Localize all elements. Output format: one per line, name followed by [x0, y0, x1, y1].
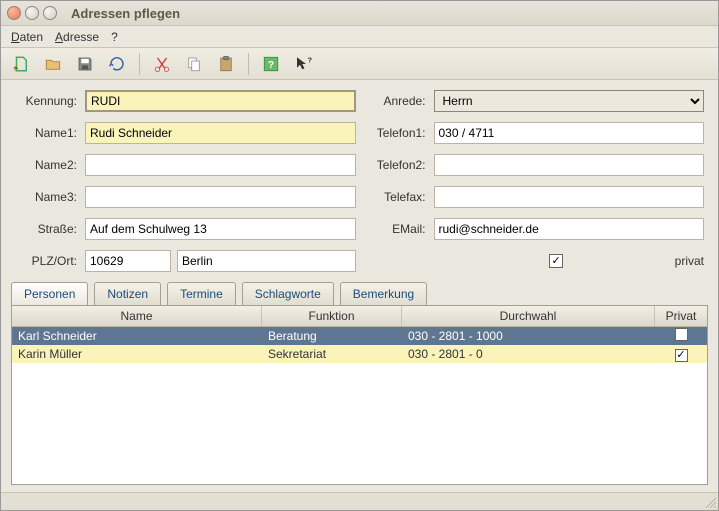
tab-personen[interactable]: Personen — [11, 282, 88, 305]
email-field[interactable] — [434, 218, 705, 240]
tab-termine[interactable]: Termine — [167, 282, 236, 305]
help-icon[interactable]: ? — [259, 52, 283, 76]
svg-text:?: ? — [308, 55, 313, 64]
label-name3: Name3: — [15, 190, 77, 204]
table-header: Name Funktion Durchwahl Privat — [12, 306, 707, 327]
col-name[interactable]: Name — [12, 306, 262, 326]
table-row[interactable]: Karin MüllerSekretariat030 - 2801 - 0 — [12, 345, 707, 363]
svg-text:?: ? — [268, 58, 274, 70]
plz-field[interactable] — [85, 250, 171, 272]
col-durchwahl[interactable]: Durchwahl — [402, 306, 655, 326]
cell-funktion: Sekretariat — [262, 346, 402, 362]
telefon1-field[interactable] — [434, 122, 705, 144]
window: Adressen pflegen Daten Adresse ? ? ? Ken… — [0, 0, 719, 511]
cell-funktion: Beratung — [262, 328, 402, 344]
label-kennung: Kennung: — [15, 94, 77, 108]
privat-checkbox[interactable] — [549, 254, 563, 268]
resize-grip-icon[interactable] — [704, 496, 716, 508]
row-privat-checkbox[interactable] — [675, 349, 688, 362]
label-privat: privat — [675, 254, 704, 268]
cell-name: Karin Müller — [12, 346, 262, 362]
label-name1: Name1: — [15, 126, 77, 140]
menu-daten[interactable]: Daten — [11, 30, 43, 44]
tab-notizen[interactable]: Notizen — [94, 282, 161, 305]
label-plzort: PLZ/Ort: — [15, 254, 77, 268]
new-icon[interactable] — [9, 52, 33, 76]
table-body: Karl SchneiderBeratung030 - 2801 - 1000K… — [12, 327, 707, 363]
cut-icon[interactable] — [150, 52, 174, 76]
window-title: Adressen pflegen — [71, 6, 180, 21]
kennung-field[interactable] — [85, 90, 356, 112]
label-telefon1: Telefon1: — [364, 126, 426, 140]
name2-field[interactable] — [85, 154, 356, 176]
name1-field[interactable] — [85, 122, 356, 144]
col-privat[interactable]: Privat — [655, 306, 707, 326]
row-privat-checkbox[interactable] — [675, 328, 688, 341]
statusbar — [1, 492, 718, 510]
cell-durchwahl: 030 - 2801 - 1000 — [402, 328, 655, 344]
tab-bemerkung[interactable]: Bemerkung — [340, 282, 427, 305]
window-maximize-button[interactable] — [43, 6, 57, 20]
label-telefax: Telefax: — [364, 190, 426, 204]
label-name2: Name2: — [15, 158, 77, 172]
cell-name: Karl Schneider — [12, 328, 262, 344]
titlebar: Adressen pflegen — [1, 1, 718, 26]
telefax-field[interactable] — [434, 186, 705, 208]
telefon2-field[interactable] — [434, 154, 705, 176]
strasse-field[interactable] — [85, 218, 356, 240]
menu-adresse[interactable]: Adresse — [55, 30, 99, 44]
tab-schlagworte[interactable]: Schlagworte — [242, 282, 334, 305]
form-area: Kennung: Anrede: Herrn Name1: Telefon1: … — [1, 80, 718, 278]
label-email: EMail: — [364, 222, 426, 236]
anrede-select[interactable]: Herrn — [434, 90, 705, 112]
label-anrede: Anrede: — [364, 94, 426, 108]
copy-icon[interactable] — [182, 52, 206, 76]
label-telefon2: Telefon2: — [364, 158, 426, 172]
paste-icon[interactable] — [214, 52, 238, 76]
ort-field[interactable] — [177, 250, 356, 272]
save-icon[interactable] — [73, 52, 97, 76]
label-strasse: Straße: — [15, 222, 77, 236]
cursor-help-icon[interactable]: ? — [291, 52, 315, 76]
col-funktion[interactable]: Funktion — [262, 306, 402, 326]
menubar: Daten Adresse ? — [1, 26, 718, 48]
table-row[interactable]: Karl SchneiderBeratung030 - 2801 - 1000 — [12, 327, 707, 345]
window-close-button[interactable] — [7, 6, 21, 20]
persons-table: Name Funktion Durchwahl Privat Karl Schn… — [11, 305, 708, 485]
cell-durchwahl: 030 - 2801 - 0 — [402, 346, 655, 362]
name3-field[interactable] — [85, 186, 356, 208]
window-minimize-button[interactable] — [25, 6, 39, 20]
toolbar: ? ? — [1, 48, 718, 80]
refresh-icon[interactable] — [105, 52, 129, 76]
tabbar: Personen Notizen Termine Schlagworte Bem… — [1, 282, 718, 305]
open-icon[interactable] — [41, 52, 65, 76]
menu-help[interactable]: ? — [111, 30, 118, 44]
